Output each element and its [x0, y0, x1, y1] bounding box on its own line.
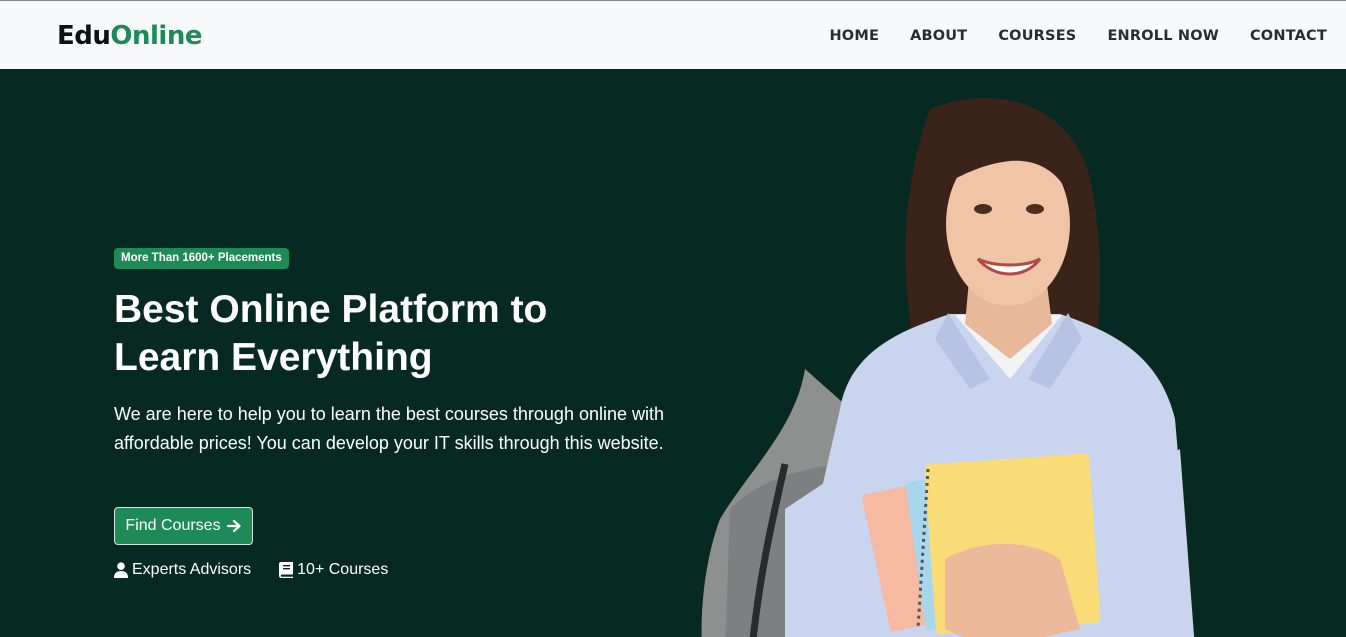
arrow-right-icon [226, 519, 241, 533]
student-photo [701, 97, 1195, 637]
nav-home[interactable]: HOME [829, 28, 879, 44]
hero-section: More Than 1600+ Placements Best Online P… [0, 69, 1346, 637]
feature-experts-label: Experts Advisors [132, 561, 252, 578]
feature-courses-label: 10+ Courses [297, 561, 389, 578]
find-courses-button[interactable]: Find Courses [114, 507, 253, 545]
nav-contact[interactable]: CONTACT [1250, 28, 1327, 44]
find-courses-label: Find Courses [125, 517, 221, 534]
feature-experts: Experts Advisors [114, 561, 251, 579]
brand-logo-part1: Edu [57, 21, 111, 51]
hero-title: Best Online Platform to Learn Everything [114, 286, 634, 382]
main-nav: HOME ABOUT COURSES ENROLL NOW CONTACT [798, 1, 1327, 70]
top-navbar: EduOnline HOME ABOUT COURSES ENROLL NOW … [0, 0, 1346, 69]
placements-badge: More Than 1600+ Placements [114, 248, 289, 269]
feature-courses: 10+ Courses [279, 561, 388, 579]
nav-courses[interactable]: COURSES [998, 28, 1076, 44]
hero-description: We are here to help you to learn the bes… [114, 404, 665, 453]
brand-logo-part2: Online [110, 21, 202, 51]
nav-enroll-now[interactable]: ENROLL NOW [1107, 28, 1219, 44]
hero-features: Experts Advisors 10+ Courses [114, 561, 416, 579]
brand-logo[interactable]: EduOnline [57, 21, 202, 51]
hero-title-line2: Learn Everything [114, 336, 433, 379]
nav-about[interactable]: ABOUT [910, 28, 967, 44]
user-icon [114, 562, 128, 578]
book-icon [279, 562, 294, 578]
hero-title-line1: Best Online Platform to [114, 288, 548, 331]
